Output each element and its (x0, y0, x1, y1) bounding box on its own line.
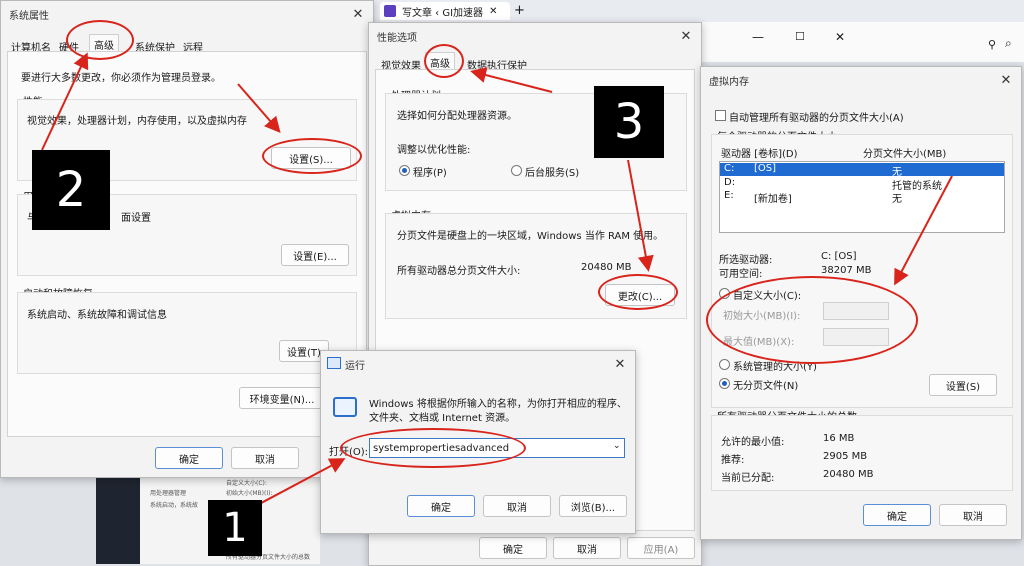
arrow-to-perf-advanced (470, 67, 553, 93)
annotation-arrows (41, 52, 953, 511)
arrow-to-advanced-tab (41, 52, 89, 151)
arrow-to-run-input (247, 458, 346, 511)
arrow-to-custom-size (894, 175, 953, 286)
arrow-to-change (627, 159, 654, 272)
arrow-to-settings (237, 83, 281, 134)
step-badge-1: 1 (208, 500, 262, 556)
step-badge-3: 3 (594, 86, 664, 158)
step-badge-2: 2 (32, 150, 110, 230)
